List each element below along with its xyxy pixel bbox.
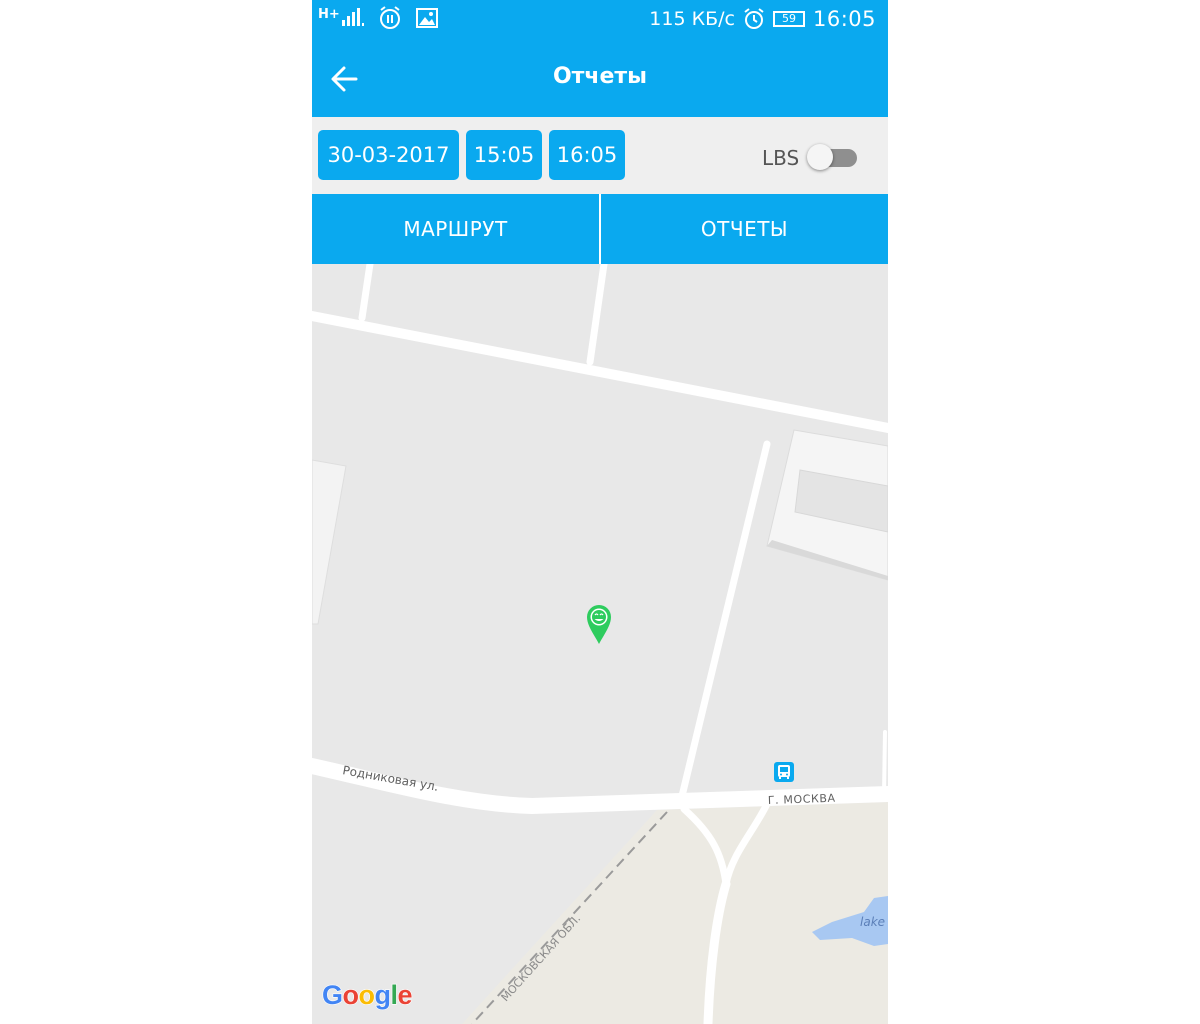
tab-reports[interactable]: ОТЧЕТЫ — [601, 194, 888, 264]
network-type: H+ — [318, 6, 340, 22]
battery-icon: 59 — [772, 11, 805, 27]
bus-glyph — [778, 765, 790, 779]
page-title: Отчеты — [552, 64, 648, 89]
status-bar: H+ 115 КБ/с 59 16:05 — [312, 0, 888, 40]
battery-level: 59 — [781, 12, 796, 25]
signal-icon — [341, 8, 364, 26]
phone-screen: H+ 115 КБ/с 59 16:05 Отчеты 30-03-2017 1… — [312, 0, 888, 1024]
google-logo: Google — [321, 979, 413, 1010]
lake-label: lake — [860, 915, 885, 929]
bus-icon[interactable] — [774, 762, 794, 782]
alarm-clock-icon — [744, 8, 764, 29]
time-from-button[interactable]: 15:05 — [466, 130, 542, 180]
network-speed: 115 КБ/с — [649, 8, 735, 30]
tab-route[interactable]: МАРШРУТ — [312, 194, 599, 264]
toggle-knob — [807, 144, 833, 170]
map-view[interactable]: Родниковая ул. г. Москва МОСКОВСКАЯ ОБЛ.… — [312, 264, 888, 1024]
time-to-button[interactable]: 16:05 — [549, 130, 625, 180]
map-canvas: Родниковая ул. г. Москва МОСКОВСКАЯ ОБЛ.… — [312, 264, 888, 1024]
filter-bar: 30-03-2017 15:05 16:05 LBS — [312, 117, 888, 194]
alarm-pause-icon — [379, 6, 400, 29]
image-icon — [415, 8, 438, 28]
app-bar: Отчеты — [312, 40, 888, 117]
date-picker-button[interactable]: 30-03-2017 — [318, 130, 459, 180]
tab-bar: МАРШРУТ ОТЧЕТЫ — [312, 194, 888, 264]
city-label: г. Москва — [768, 792, 836, 807]
status-right: 115 КБ/с 59 16:05 — [649, 7, 876, 31]
lbs-label: LBS — [762, 146, 800, 170]
status-left: H+ — [318, 6, 438, 30]
lbs-toggle[interactable] — [807, 144, 857, 170]
status-time: 16:05 — [812, 7, 876, 31]
